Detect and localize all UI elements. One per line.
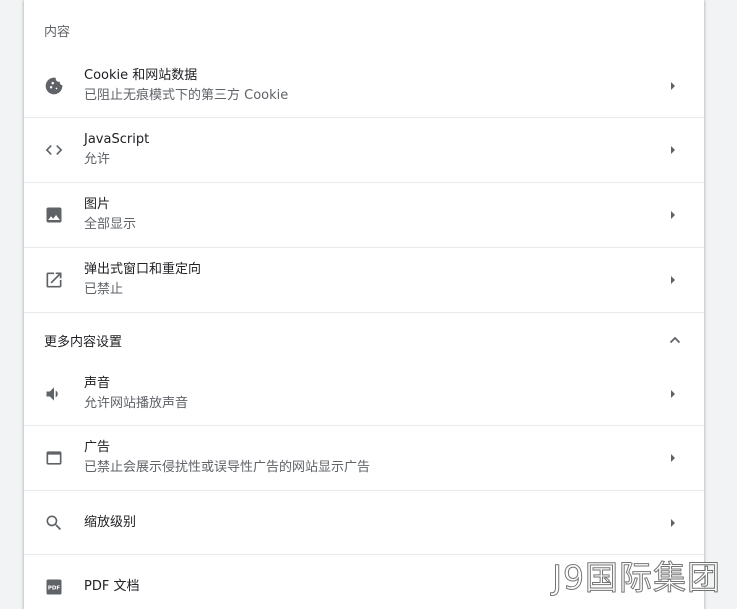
images-subtitle: 全部显示: [84, 217, 137, 232]
cookies-subtitle: 已阻止无痕模式下的第三方 Cookie: [84, 87, 289, 103]
ads-subtitle: 已禁止会展示侵扰性或误导性广告的网站显示广告: [84, 460, 371, 475]
ads-icon: [44, 448, 64, 468]
svg-text:PDF: PDF: [48, 586, 60, 592]
cookies-setting-row[interactable]: Cookie 和网站数据 已阻止无痕模式下的第三方 Cookie: [24, 53, 704, 118]
more-section-title: 更多内容设置: [44, 335, 123, 350]
zoom-levels-title: 缩放级别: [84, 515, 137, 530]
javascript-subtitle: 允许: [84, 152, 111, 167]
chevron-up-icon: [668, 333, 682, 347]
arrow-right-icon: [668, 389, 678, 399]
images-setting-row[interactable]: 图片 全部显示: [24, 182, 704, 247]
ads-title: 广告: [84, 440, 111, 455]
arrow-right-icon: [668, 453, 678, 463]
search-icon: [44, 513, 64, 533]
open-in-new-icon: [44, 270, 64, 290]
watermark: J9国际集团: [552, 558, 721, 598]
settings-card: 内容 Cookie 和网站数据 已阻止无痕模式下的第三方 Cookie Java…: [24, 0, 704, 609]
javascript-title: JavaScript: [84, 132, 150, 147]
code-icon: [44, 140, 64, 160]
popups-subtitle: 已禁止: [84, 282, 124, 297]
more-content-settings-toggle[interactable]: 更多内容设置: [24, 312, 704, 368]
content-section-header: 内容: [24, 2, 704, 58]
popups-title: 弹出式窗口和重定向: [84, 262, 202, 277]
arrow-right-icon: [668, 81, 678, 91]
arrow-right-icon: [668, 210, 678, 220]
arrow-right-icon: [668, 518, 678, 528]
pdf-icon: PDF: [44, 577, 64, 597]
arrow-right-icon: [668, 145, 678, 155]
sound-subtitle: 允许网站播放声音: [84, 395, 189, 411]
volume-icon: [44, 384, 64, 404]
image-icon: [44, 205, 64, 225]
images-title: 图片: [84, 197, 111, 212]
zoom-levels-setting-row[interactable]: 缩放级别: [24, 490, 704, 555]
arrow-right-icon: [668, 275, 678, 285]
cookies-title: Cookie 和网站数据: [84, 67, 198, 83]
content-section-title: 内容: [44, 24, 71, 40]
sound-setting-row[interactable]: 声音 允许网站播放声音: [24, 361, 704, 426]
cookie-icon: [44, 76, 64, 96]
ads-setting-row[interactable]: 广告 已禁止会展示侵扰性或误导性广告的网站显示广告: [24, 425, 704, 490]
popups-setting-row[interactable]: 弹出式窗口和重定向 已禁止: [24, 247, 704, 312]
sound-title: 声音: [84, 375, 111, 391]
javascript-setting-row[interactable]: JavaScript 允许: [24, 117, 704, 182]
